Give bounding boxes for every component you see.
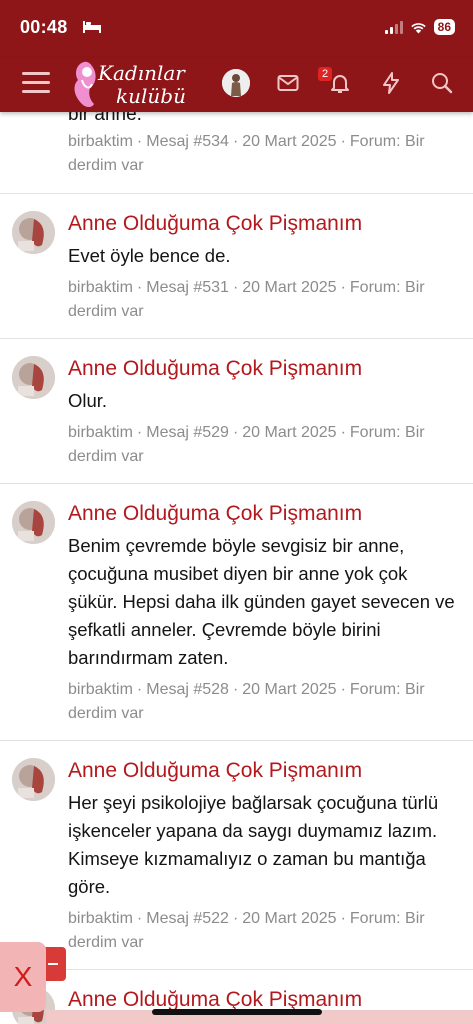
post-content: Her şeyi psikolojiye bağlarsak çocuğuna … xyxy=(68,792,439,897)
author-avatar[interactable] xyxy=(12,501,55,544)
cellular-signal-icon xyxy=(384,20,403,34)
post-content: Benim çevremde böyle sevgisiz bir anne, … xyxy=(68,535,455,668)
post-message-number: Mesaj #529 xyxy=(146,424,229,441)
post-item[interactable]: Anne Olduğuma Çok Pişmanım Her şeyi psik… xyxy=(0,741,473,970)
post-message-number: Mesaj #534 xyxy=(146,133,229,150)
post-message-number: Mesaj #522 xyxy=(146,910,229,927)
author-avatar[interactable] xyxy=(12,211,55,254)
site-logo[interactable]: Kadınlar kulübü xyxy=(70,60,200,110)
post-message-number: Mesaj #528 xyxy=(146,681,229,698)
post-date: 20 Mart 2025 xyxy=(242,910,337,927)
menu-icon[interactable] xyxy=(22,72,50,96)
post-item[interactable]: Anne Olduğuma Çok Pişmanım Benim çevremd… xyxy=(0,484,473,741)
forum-prefix: Forum: xyxy=(349,424,401,441)
post-item[interactable]: Anne Olduğuma Çok Pişmanım Evet öyle ben… xyxy=(0,194,473,339)
status-bar: 00:48 86 xyxy=(0,0,473,58)
post-author[interactable]: birbaktim xyxy=(68,133,133,150)
post-meta: birbaktim · Mesaj #534 · 20 Mart 2025 · Forum:… xyxy=(68,133,425,174)
user-avatar-image xyxy=(222,69,250,97)
user-avatar[interactable] xyxy=(222,69,250,97)
post-message-number: Mesaj #531 xyxy=(146,279,229,296)
post-title[interactable]: Anne Olduğuma Çok Pişmanım xyxy=(68,500,455,528)
author-avatar[interactable] xyxy=(12,758,55,801)
post-meta: birbaktim · Mesaj #522 · 20 Mart 2025 · Forum:… xyxy=(68,910,425,951)
post-date: 20 Mart 2025 xyxy=(242,279,337,296)
wifi-icon xyxy=(410,22,426,33)
post-author[interactable]: birbaktim xyxy=(68,681,133,698)
author-avatar-image xyxy=(12,758,55,801)
forum-prefix: Forum: xyxy=(349,910,401,927)
mail-icon[interactable] xyxy=(276,71,300,95)
search-results-feed: bir anne. birbaktim · Mesaj #534 · 20 Mart 2… xyxy=(0,104,473,1024)
post-meta: birbaktim · Mesaj #529 · 20 Mart 2025 · Forum:… xyxy=(68,424,425,465)
battery-indicator: 86 xyxy=(433,19,455,35)
status-time: 00:48 xyxy=(20,17,68,37)
post-title[interactable]: Anne Olduğuma Çok Pişmanım xyxy=(68,757,455,785)
logo-text-line2: kulübü xyxy=(116,84,186,108)
post-meta: birbaktim · Mesaj #531 · 20 Mart 2025 · Forum:… xyxy=(68,279,425,320)
author-avatar-image xyxy=(12,501,55,544)
post-content: Olur. xyxy=(68,390,108,411)
post-title[interactable]: Anne Olduğuma Çok Pişmanım xyxy=(68,355,455,383)
home-indicator xyxy=(152,1009,322,1015)
forum-prefix: Forum: xyxy=(349,279,401,296)
post-date: 20 Mart 2025 xyxy=(242,133,337,150)
author-avatar-image xyxy=(12,356,55,399)
author-avatar-image xyxy=(12,211,55,254)
search-icon[interactable] xyxy=(430,71,454,95)
post-content: Evet öyle bence de. xyxy=(68,245,231,266)
forum-prefix: Forum: xyxy=(349,133,401,150)
close-ad-button[interactable]: X xyxy=(0,942,46,1012)
post-date: 20 Mart 2025 xyxy=(242,681,337,698)
post-author[interactable]: birbaktim xyxy=(68,910,133,927)
post-date: 20 Mart 2025 xyxy=(242,424,337,441)
post-title[interactable]: Anne Olduğuma Çok Pişmanım xyxy=(68,210,455,238)
app-header: Kadınlar kulübü 2 xyxy=(0,58,473,112)
post-meta: birbaktim · Mesaj #528 · 20 Mart 2025 · Forum:… xyxy=(68,681,425,722)
notification-count-badge: 2 xyxy=(318,67,333,81)
post-item[interactable]: bir anne. birbaktim · Mesaj #534 · 20 Mart 2… xyxy=(0,104,473,194)
logo-text-line1: Kadınlar xyxy=(98,61,185,85)
post-author[interactable]: birbaktim xyxy=(68,424,133,441)
post-author[interactable]: birbaktim xyxy=(68,279,133,296)
post-item[interactable]: Anne Olduğuma Çok Pişmanım Olur. birbakt… xyxy=(0,339,473,484)
bolt-icon[interactable] xyxy=(379,71,403,95)
author-avatar[interactable] xyxy=(12,356,55,399)
bed-icon xyxy=(83,21,101,33)
forum-prefix: Forum: xyxy=(349,681,401,698)
